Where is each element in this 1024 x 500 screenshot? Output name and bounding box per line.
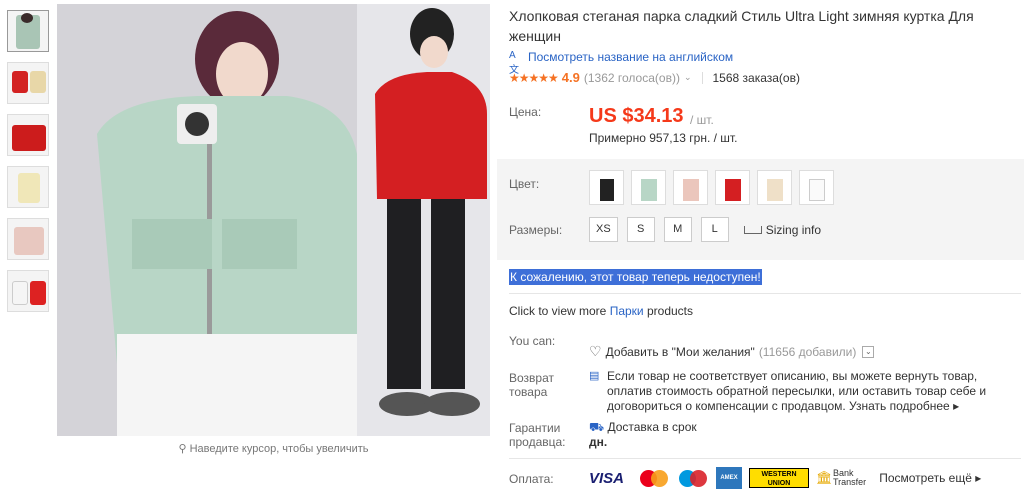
sizing-info-text[interactable]: Sizing info (766, 223, 821, 237)
more-products-suffix: products (646, 304, 694, 318)
thumbnail-1[interactable] (7, 10, 49, 52)
price-approx: Примерно 957,13 грн. / шт. (589, 131, 738, 145)
price-section: Цена: US $34.13 / шт. Примерно 957,13 гр… (497, 95, 1024, 160)
returns-label-line2: товара (509, 385, 548, 399)
size-l[interactable]: L (700, 217, 729, 242)
you-can-label: You can: (509, 334, 556, 348)
options-panel: Цвет: Размеры: XS S M L Sizing info (497, 159, 1024, 260)
divider (509, 458, 1021, 459)
bank-icon: 🏛 (816, 470, 833, 485)
wishlist-text[interactable]: Добавить в "Мои желания" (606, 345, 755, 359)
size-xs[interactable]: XS (589, 217, 618, 242)
color-label: Цвет: (509, 177, 540, 191)
guarantee-line2: дн. (589, 435, 608, 449)
orders-count: 1568 заказа(ов) (712, 70, 800, 85)
translate-link[interactable]: A文 Посмотреть название на английском (509, 50, 733, 76)
rating-votes[interactable]: (1362 голоса(ов)) (584, 71, 680, 85)
size-m[interactable]: M (663, 217, 692, 242)
guarantee-label: Гарантии продавца: (509, 421, 566, 449)
western-union-logo: WESTERN UNION (749, 468, 809, 488)
product-photo (57, 4, 490, 436)
guarantee-info: ⛟ Доставка в срок дн. (589, 420, 697, 450)
category-link[interactable]: Парки (610, 304, 644, 318)
amex-logo: AMEX (716, 467, 742, 489)
price-unit: / шт. (690, 113, 714, 127)
color-swatch-beige[interactable] (757, 170, 792, 205)
size-s[interactable]: S (626, 217, 655, 242)
bank-line2: Transfer (833, 477, 867, 487)
see-more-payments[interactable]: Посмотреть ещё ▸ (879, 471, 981, 485)
wishlist-count: (11656 добавили) (758, 344, 857, 359)
unavailable-message: К сожалению, этот товар теперь недоступе… (509, 269, 762, 285)
translate-link-text[interactable]: Посмотреть название на английском (528, 50, 733, 64)
star-rating-icon: ★★★★★ (509, 70, 559, 85)
size-label: Размеры: (509, 223, 563, 237)
sizing-info-link[interactable]: Sizing info (743, 223, 821, 237)
visa-logo: VISA (589, 469, 625, 487)
color-swatch-white[interactable] (799, 170, 834, 205)
returns-icon: ▤ (589, 370, 600, 382)
chevron-down-icon[interactable]: ⌄ (862, 345, 875, 358)
maestro-logo (677, 468, 709, 488)
more-products-prefix: Click to view more (509, 304, 607, 318)
rating-value: 4.9 (561, 70, 580, 85)
translate-icon: A文 (509, 50, 519, 76)
product-title: Хлопковая стеганая парка сладкий Стиль U… (509, 8, 974, 44)
add-to-wishlist[interactable]: ♡ Добавить в "Мои желания" (11656 добави… (589, 343, 875, 360)
color-swatch-mint[interactable] (631, 170, 666, 205)
mastercard-logo (638, 468, 670, 488)
zoom-hint-text: Наведите курсор, чтобы увеличить (189, 443, 369, 455)
chevron-down-icon[interactable]: ⌄ (684, 72, 692, 83)
returns-info: ▤ Если товар не соответствует описанию, … (589, 369, 999, 414)
size-options: XS S M L Sizing info (589, 217, 821, 242)
guarantee-label-line2: продавца: (509, 435, 566, 449)
thumbnail-5[interactable] (7, 218, 49, 260)
payment-methods: VISA AMEX WESTERN UNION 🏛 Bank Transfer По… (589, 467, 981, 489)
thumbnail-3[interactable] (7, 114, 49, 156)
thumbnail-6[interactable] (7, 270, 49, 312)
wu-line1: WESTERN (761, 471, 797, 478)
main-product-image[interactable] (57, 4, 490, 436)
divider (701, 71, 703, 84)
color-swatch-red[interactable] (715, 170, 750, 205)
returns-label-line1: Возврат (509, 371, 554, 385)
see-more-text[interactable]: Посмотреть ещё (879, 471, 972, 485)
returns-more-link[interactable]: Узнать подробнее ▸ (849, 399, 959, 413)
returns-more-link-text[interactable]: Узнать подробнее (849, 399, 950, 413)
magnifier-icon: ⚲ (178, 443, 190, 455)
more-products: Click to view more Парки products (509, 304, 693, 318)
guarantee-line1: Доставка в срок (607, 420, 697, 434)
heart-icon: ♡ (589, 343, 602, 359)
bank-transfer-logo: 🏛 Bank Transfer (816, 469, 866, 487)
color-swatches (589, 170, 834, 205)
returns-label: Возврат товара (509, 371, 554, 399)
divider (509, 293, 1021, 294)
thumbnail-list (7, 10, 51, 322)
rating-row: ★★★★★ 4.9 (1362 голоса(ов)) ⌄ 1568 заказ… (509, 70, 800, 85)
color-swatch-black[interactable] (589, 170, 624, 205)
price-value: US $34.13 (589, 105, 684, 127)
thumbnail-2[interactable] (7, 62, 49, 104)
wu-line2: UNION (767, 480, 791, 487)
color-swatch-pink[interactable] (673, 170, 708, 205)
payment-label: Оплата: (509, 472, 554, 486)
price-label: Цена: (509, 105, 542, 119)
product-page: ⚲ Наведите курсор, чтобы увеличить Хлопк… (0, 0, 1024, 500)
zoom-hint: ⚲ Наведите курсор, чтобы увеличить (57, 440, 490, 458)
guarantee-label-line1: Гарантии (509, 421, 561, 435)
delivery-icon: ⛟ (589, 420, 605, 434)
thumbnail-4[interactable] (7, 166, 49, 208)
ruler-icon (743, 225, 762, 234)
